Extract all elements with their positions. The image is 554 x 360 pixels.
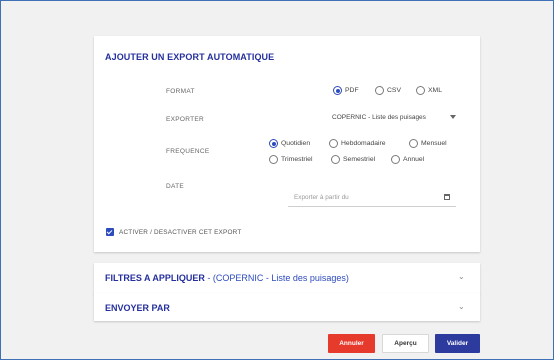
radio-icon bbox=[391, 155, 400, 164]
radio-selected-icon bbox=[269, 139, 278, 148]
format-option-csv[interactable]: CSV bbox=[375, 86, 401, 95]
frequence-option-mensuel[interactable]: Mensuel bbox=[409, 139, 447, 148]
section-title: AJOUTER UN EXPORT AUTOMATIQUE bbox=[105, 52, 275, 62]
send-panel-header[interactable]: ENVOYER PAR ⌄ bbox=[94, 293, 480, 321]
exporter-label: EXPORTER bbox=[166, 116, 205, 123]
export-card: AJOUTER UN EXPORT AUTOMATIQUE FORMAT PDF… bbox=[94, 36, 480, 252]
chevron-down-icon[interactable]: ⌄ bbox=[458, 303, 466, 311]
validate-button[interactable]: Valider bbox=[435, 334, 480, 353]
calendar-icon[interactable] bbox=[444, 194, 450, 200]
date-label: DATE bbox=[166, 183, 185, 190]
frequence-option-trimestriel[interactable]: Trimestriel bbox=[269, 155, 312, 164]
caret-down-icon bbox=[450, 115, 456, 119]
cancel-button[interactable]: Annuler bbox=[328, 334, 375, 353]
filters-subtitle: - (COPERNIC - Liste des puisages) bbox=[204, 273, 349, 283]
filters-title: FILTRES A APPLIQUER - (COPERNIC - Liste … bbox=[105, 273, 349, 283]
date-placeholder: Exporter à partir du bbox=[294, 194, 349, 201]
radio-icon bbox=[409, 139, 418, 148]
format-option-pdf[interactable]: PDF bbox=[333, 86, 359, 95]
exporter-select[interactable]: COPERNIC - Liste des puisages bbox=[332, 114, 456, 121]
frequence-option-quotidien[interactable]: Quotidien bbox=[269, 139, 310, 148]
frequence-label: FREQUENCE bbox=[166, 148, 210, 155]
radio-icon bbox=[269, 155, 278, 164]
radio-icon bbox=[331, 155, 340, 164]
preview-button[interactable]: Aperçu bbox=[382, 334, 429, 353]
frequence-option-semestriel[interactable]: Semestriel bbox=[331, 155, 375, 164]
radio-icon bbox=[416, 86, 425, 95]
date-input[interactable]: Exporter à partir du bbox=[288, 192, 456, 207]
exporter-select-value: COPERNIC - Liste des puisages bbox=[332, 114, 426, 121]
chevron-down-icon[interactable]: ⌄ bbox=[458, 273, 466, 281]
send-title: ENVOYER PAR bbox=[105, 303, 170, 313]
frequence-option-hebdomadaire[interactable]: Hebdomadaire bbox=[329, 139, 386, 148]
checkbox-checked-icon bbox=[106, 228, 114, 236]
format-label: FORMAT bbox=[166, 88, 195, 95]
activate-export-label: ACTIVER / DESACTIVER CET EXPORT bbox=[119, 228, 242, 236]
frequence-option-annuel[interactable]: Annuel bbox=[391, 155, 424, 164]
radio-selected-icon bbox=[333, 86, 342, 95]
radio-icon bbox=[329, 139, 338, 148]
radio-icon bbox=[375, 86, 384, 95]
activate-export-checkbox[interactable]: ACTIVER / DESACTIVER CET EXPORT bbox=[106, 228, 241, 236]
filters-panel-header[interactable]: FILTRES A APPLIQUER - (COPERNIC - Liste … bbox=[94, 263, 480, 294]
format-option-xml[interactable]: XML bbox=[416, 86, 442, 95]
